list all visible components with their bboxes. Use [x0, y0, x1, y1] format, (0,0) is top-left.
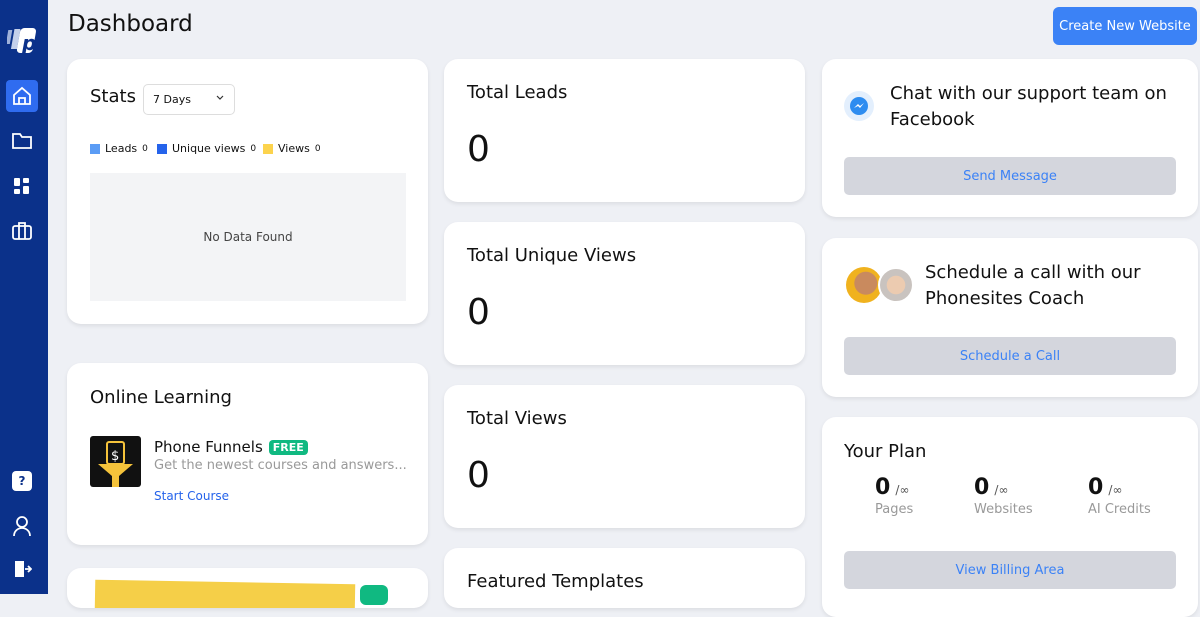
- help-icon: ?: [12, 471, 32, 491]
- total-views-card: Total Views 0: [444, 385, 805, 528]
- logout-button[interactable]: [6, 553, 38, 585]
- stats-title: Stats: [90, 86, 136, 107]
- legend-leads[interactable]: Leads 0: [90, 142, 148, 155]
- coach-text: Schedule a call with our Phonesites Coac…: [925, 262, 1141, 309]
- total-unique-views-card: Total Unique Views 0: [444, 222, 805, 365]
- learning-title: Online Learning: [90, 387, 232, 408]
- profile-button[interactable]: [6, 510, 38, 542]
- websites-label: Websites: [974, 502, 1033, 517]
- create-new-website-button[interactable]: Create New Website: [1053, 7, 1197, 45]
- course-thumbnail[interactable]: $: [90, 436, 141, 487]
- apps-icon: [14, 178, 29, 194]
- range-value: 7 Days: [153, 93, 191, 106]
- plan-title: Your Plan: [844, 441, 927, 462]
- total-leads-label: Total Leads: [467, 82, 568, 103]
- messenger-icon: [844, 91, 874, 121]
- chevron-down-icon: [216, 95, 224, 100]
- range-select[interactable]: 7 Days: [143, 84, 235, 115]
- free-badge: FREE: [268, 439, 308, 455]
- view-billing-button[interactable]: View Billing Area: [844, 551, 1176, 589]
- briefcase-icon: [12, 222, 32, 240]
- support-card: Chat with our support team on Facebook S…: [822, 59, 1198, 217]
- websites-max: /∞: [994, 483, 1009, 497]
- stats-card: Stats 7 Days Leads 0 Unique views 0 Views 0…: [67, 59, 428, 324]
- featured-templates-card: Featured Templates: [444, 548, 805, 608]
- promo-card: [67, 568, 428, 608]
- legend-label: Views: [278, 142, 310, 155]
- pages-max: /∞: [895, 483, 910, 497]
- sidebar: p ?: [0, 0, 48, 594]
- online-learning-card: Online Learning $ Phone Funnels FREE Get…: [67, 363, 428, 545]
- legend-value: 0: [314, 143, 321, 154]
- page-title: Dashboard: [68, 11, 193, 37]
- total-unique-views-value: 0: [467, 292, 490, 333]
- pages-label: Pages: [875, 502, 914, 517]
- legend-label: Leads: [105, 142, 138, 155]
- coach-avatar-1: [846, 267, 882, 303]
- legend-value: 0: [250, 143, 257, 154]
- total-views-value: 0: [467, 455, 490, 496]
- legend-value: 0: [142, 143, 148, 154]
- pages-value: 0: [875, 475, 891, 500]
- course-title[interactable]: Phone Funnels: [154, 438, 263, 456]
- websites-value: 0: [974, 475, 990, 500]
- folder-icon: [12, 133, 32, 149]
- plan-pages: 0 /∞ Pages: [875, 475, 913, 517]
- support-text: Chat with our support team on Facebook: [890, 83, 1167, 130]
- svg-text:$: $: [111, 449, 119, 464]
- ai-credits-max: /∞: [1108, 483, 1123, 497]
- views-swatch: [263, 143, 273, 154]
- total-leads-value: 0: [467, 129, 490, 170]
- course-description: Get the newest courses and answers...: [154, 458, 407, 473]
- chart-area: No Data Found: [90, 173, 406, 301]
- legend-label: Unique views: [172, 142, 246, 155]
- no-data-text: No Data Found: [203, 230, 293, 244]
- total-views-label: Total Views: [467, 408, 567, 429]
- svg-text:p: p: [21, 31, 36, 55]
- promo-badge: [360, 585, 388, 605]
- send-message-button[interactable]: Send Message: [844, 157, 1176, 195]
- unique-views-swatch: [157, 143, 167, 154]
- plan-websites: 0 /∞ Websites: [974, 475, 1033, 517]
- total-leads-card: Total Leads 0: [444, 59, 805, 202]
- ai-credits-label: AI Credits: [1088, 502, 1151, 517]
- featured-templates-title: Featured Templates: [467, 571, 644, 592]
- coach-avatar-2: [878, 267, 914, 303]
- start-course-link[interactable]: Start Course: [154, 489, 229, 503]
- help-button[interactable]: ?: [6, 465, 38, 497]
- ai-credits-value: 0: [1088, 475, 1104, 500]
- schedule-call-button[interactable]: Schedule a Call: [844, 337, 1176, 375]
- user-icon: [13, 516, 31, 537]
- nav-briefcase[interactable]: [6, 215, 38, 247]
- leads-swatch: [90, 143, 100, 154]
- nav-home[interactable]: [6, 80, 38, 112]
- home-icon: [13, 86, 31, 105]
- logout-icon: [15, 561, 32, 577]
- total-unique-views-label: Total Unique Views: [467, 245, 637, 266]
- coach-card: Schedule a call with our Phonesites Coac…: [822, 238, 1198, 397]
- nav-folders[interactable]: [6, 125, 38, 157]
- plan-card: Your Plan 0 /∞ Pages 0 /∞ Websites 0 /∞ AI …: [822, 417, 1198, 617]
- plan-ai-credits: 0 /∞ AI Credits: [1088, 475, 1151, 517]
- nav-apps[interactable]: [6, 170, 38, 202]
- logo[interactable]: p: [5, 26, 39, 56]
- legend-views[interactable]: Views 0: [263, 142, 321, 155]
- legend-unique-views[interactable]: Unique views 0: [157, 142, 256, 155]
